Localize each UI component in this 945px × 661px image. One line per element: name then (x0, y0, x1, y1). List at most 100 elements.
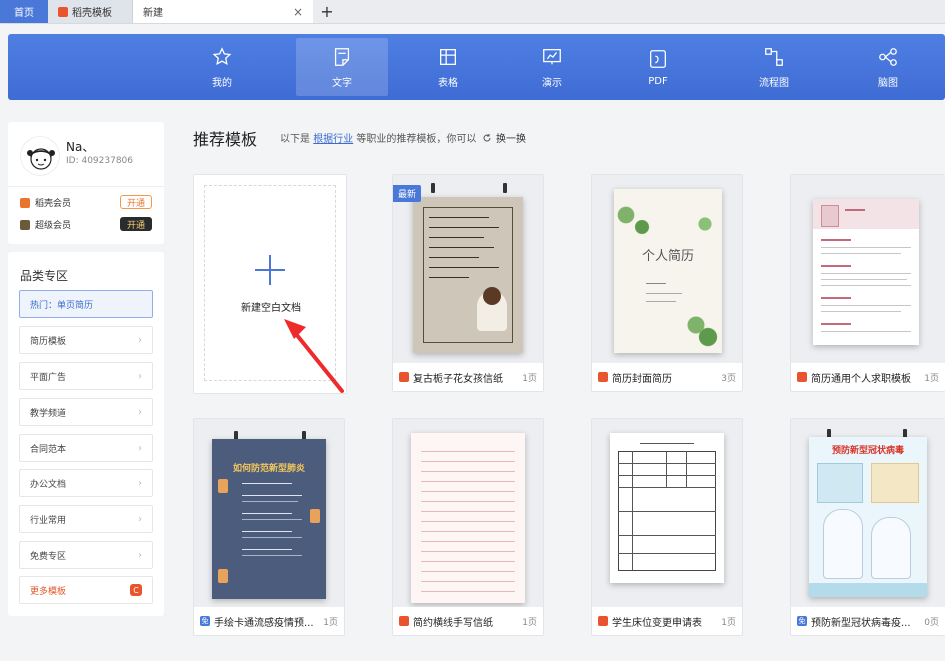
template-name: 预防新型冠状病毒疫... (811, 617, 911, 629)
recommend-subtext: 以下是 根据行业 等职业的推荐模板，你可以 (280, 134, 477, 145)
template-pages: 1页 (924, 373, 939, 384)
docer-member-icon (20, 197, 30, 208)
flu-poster-paper: 如何防范新型肺炎 (212, 439, 326, 599)
chevron-right-icon: › (138, 442, 142, 454)
template-name: 学生床位变更申请表 (612, 617, 702, 629)
docer-tag-icon (598, 616, 608, 626)
sidebar-item-teaching[interactable]: 教学频道 › (19, 398, 153, 426)
template-thumbnail: 个人简历 (592, 175, 742, 363)
sidebar-item-hot-resume[interactable]: 热门：单页简历 (19, 290, 153, 318)
poster-title: 预防新型冠状病毒 (831, 446, 904, 456)
red-arrow-annotation (284, 319, 344, 393)
new-badge: 最新 (393, 185, 422, 202)
docer-tag-icon (399, 616, 409, 626)
page-title: 推荐模板 (193, 130, 258, 149)
tab-docer[interactable]: 稻壳模板 (48, 0, 133, 23)
template-pages: 1页 (522, 373, 537, 384)
industry-link[interactable]: 根据行业 (313, 134, 353, 145)
category-list: 品类专区 热门：单页简历 简历模板 › 平面广告 › 教学频道 › 合同范本 › 办公文… (8, 252, 164, 616)
category-pdf[interactable]: PDF (612, 34, 704, 100)
clip-icon (431, 183, 435, 193)
sidebar-item-resume[interactable]: 简历模板 › (19, 326, 153, 354)
template-card-7[interactable]: 预防新型冠状病毒 免 预防新型冠状病毒疫... 0页 (790, 418, 945, 636)
close-icon[interactable]: × (293, 5, 303, 19)
template-thumbnail (393, 419, 543, 607)
template-footer: 免 手绘卡通流感疫情预... 1页 (194, 607, 344, 635)
template-card-2[interactable]: 个人简历 简历封面简历 3页 (591, 174, 743, 392)
plus-icon (255, 255, 285, 285)
sidebar-item-more[interactable]: 更多模板 C (19, 576, 153, 604)
chevron-right-icon: › (138, 334, 142, 346)
divider (8, 186, 164, 187)
table-icon (440, 48, 456, 65)
category-writer[interactable]: 文字 (296, 38, 388, 96)
docer-member-open-button[interactable]: 开通 (120, 195, 152, 209)
category-mindmap[interactable]: 脑图 (842, 34, 934, 100)
tab-home[interactable]: 首页 (0, 0, 48, 23)
template-footer: 简约横线手写信纸 1页 (393, 607, 543, 635)
template-footer: 简历通用个人求职模板 1页 (791, 363, 945, 391)
template-pages: 1页 (721, 617, 736, 628)
user-id: ID: 409237806 (66, 156, 134, 166)
vintage-letter-paper (413, 197, 523, 353)
category-flowchart[interactable]: 流程图 (728, 34, 820, 100)
template-footer: 复古栀子花女孩信纸 1页 (393, 363, 543, 391)
resume-cover-title: 个人简历 (641, 249, 694, 264)
user-name: Na、 (66, 140, 95, 154)
docer-tag-icon (598, 372, 608, 382)
template-thumbnail: 预防新型冠状病毒 (791, 419, 945, 607)
pdf-icon (650, 49, 666, 68)
template-name: 简历封面简历 (612, 373, 672, 385)
chevron-right-icon: › (138, 406, 142, 418)
sidebar-item-contract[interactable]: 合同范本 › (19, 434, 153, 462)
free-tag-icon: 免 (797, 616, 807, 626)
template-card-4[interactable]: 如何防范新型肺炎 免 手绘卡通流感疫情预... 1页 (193, 418, 345, 636)
doc-icon (334, 47, 350, 66)
template-pages: 0页 (924, 617, 939, 628)
template-pages: 1页 (323, 617, 338, 628)
add-tab-button[interactable]: + (313, 0, 341, 23)
avatar[interactable] (20, 136, 60, 176)
poster-title: 如何防范新型肺炎 (232, 464, 305, 474)
clip-icon (503, 183, 507, 193)
chevron-right-icon: › (138, 370, 142, 382)
template-name: 复古栀子花女孩信纸 (413, 373, 503, 385)
resume-paper (813, 199, 919, 345)
virus-poster-paper: 预防新型冠状病毒 (809, 437, 927, 597)
mindmap-icon (879, 47, 897, 66)
template-pages: 1页 (522, 617, 537, 628)
template-thumbnail: 如何防范新型肺炎 (194, 419, 344, 607)
category-mine[interactable]: 我的 (176, 34, 268, 100)
super-member-open-button[interactable]: 开通 (120, 217, 152, 231)
template-card-1[interactable]: 最新 复古栀子花女孩信纸 1页 (392, 174, 544, 392)
refresh-button[interactable]: 换一换 (482, 130, 526, 145)
template-card-6[interactable]: 学生床位变更申请表 1页 (591, 418, 743, 636)
template-pages: 3页 (721, 373, 736, 384)
refresh-icon (483, 133, 491, 141)
tab-bar: 首页 稻壳模板 新建 × + (0, 0, 945, 24)
free-tag-icon: 免 (200, 616, 210, 626)
category-spreadsheet[interactable]: 表格 (402, 34, 494, 100)
sidebar-item-ads[interactable]: 平面广告 › (19, 362, 153, 390)
template-card-3[interactable]: 简历通用个人求职模板 1页 (790, 174, 945, 392)
sidebar-item-office[interactable]: 办公文档 › (19, 469, 153, 497)
template-thumbnail (592, 419, 742, 607)
new-blank-document-label: 新建空白文档 (241, 303, 301, 314)
tab-new[interactable]: 新建 × (133, 0, 313, 23)
template-card-5[interactable]: 简约横线手写信纸 1页 (392, 418, 544, 636)
category-presentation[interactable]: 演示 (506, 34, 598, 100)
docer-tag-icon (399, 372, 409, 382)
sidebar-item-free[interactable]: 免费专区 › (19, 541, 153, 569)
presentation-icon (543, 48, 561, 64)
user-card: Na、 ID: 409237806 稻壳会员 开通 超级会员 开通 (8, 122, 164, 244)
template-name: 简历通用个人求职模板 (811, 373, 911, 385)
docer-tag-icon (797, 372, 807, 382)
docer-logo-icon (58, 6, 68, 17)
template-thumbnail: 最新 (393, 175, 543, 363)
form-paper (610, 433, 724, 583)
star-icon (212, 46, 232, 65)
category-list-title: 品类专区 (20, 269, 69, 283)
sidebar-item-industry[interactable]: 行业常用 › (19, 505, 153, 533)
chevron-right-icon: › (138, 549, 142, 561)
template-footer: 简历封面简历 3页 (592, 363, 742, 391)
